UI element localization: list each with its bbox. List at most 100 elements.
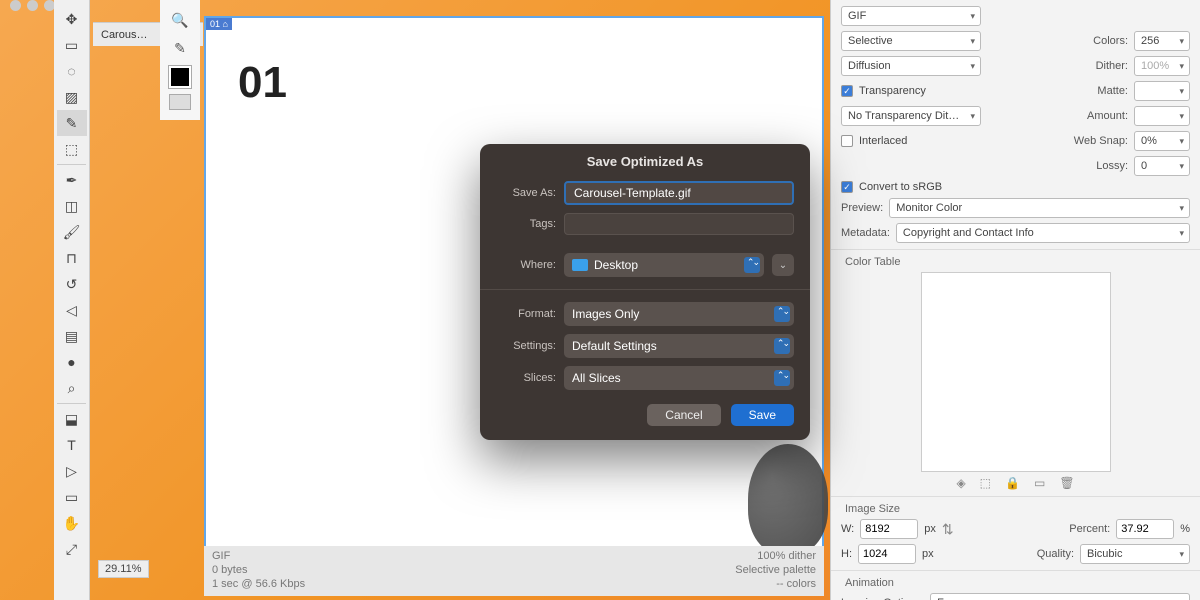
ct-new-icon[interactable]: ▭: [1034, 476, 1045, 490]
ct-lock-icon[interactable]: 🔒: [1005, 476, 1020, 490]
save-button[interactable]: Save: [731, 404, 794, 426]
status-bar: GIF 0 bytes 1 sec @ 56.6 Kbps 100% dithe…: [204, 546, 824, 596]
zoom-icon[interactable]: 🔍: [168, 8, 192, 32]
save-dialog: Save Optimized As Save As: Tags: Where: …: [480, 144, 810, 440]
zoom-readout[interactable]: 29.11%: [98, 560, 149, 578]
tool-path[interactable]: ▷: [57, 458, 87, 484]
tool-eyedropper[interactable]: ✒: [57, 167, 87, 193]
expand-button[interactable]: ⌄: [772, 254, 794, 276]
tool-crop[interactable]: ▨: [57, 84, 87, 110]
srgb-label: Convert to sRGB: [859, 181, 942, 193]
format-select[interactable]: Images Only: [564, 302, 794, 326]
tool-pen[interactable]: ⬓: [57, 406, 87, 432]
filename-input[interactable]: [564, 181, 794, 205]
looping-select[interactable]: Forever: [930, 593, 1190, 600]
matte-label: Matte:: [1097, 85, 1128, 97]
ct-icon-2[interactable]: ⬚: [980, 476, 991, 490]
preview-select[interactable]: Monitor Color: [889, 198, 1190, 218]
settings-label: Settings:: [496, 340, 556, 352]
cancel-button[interactable]: Cancel: [647, 404, 720, 426]
animation-label: Animation: [845, 577, 1190, 589]
image-size-label: Image Size: [845, 503, 1190, 515]
pct-label: %: [1180, 523, 1190, 535]
tool-type[interactable]: T: [57, 432, 87, 458]
status-size: 0 bytes: [212, 564, 305, 576]
width-input[interactable]: [860, 519, 918, 539]
dither-label: Dither:: [1096, 60, 1128, 72]
matte-select[interactable]: [1134, 81, 1190, 101]
transparency-label: Transparency: [859, 85, 926, 97]
interlaced-checkbox[interactable]: [841, 135, 853, 147]
tool-blur[interactable]: ●: [57, 349, 87, 375]
tool-eraser[interactable]: ◁: [57, 297, 87, 323]
tool-paint[interactable]: 🖌: [57, 219, 87, 245]
percent-input[interactable]: [1116, 519, 1174, 539]
preview-label: Preview:: [841, 202, 883, 214]
height-input[interactable]: [858, 544, 916, 564]
where-select[interactable]: Desktop: [564, 253, 764, 277]
tool-stamp[interactable]: ⊓: [57, 245, 87, 271]
status-palette: Selective palette: [735, 564, 816, 576]
tool-zoom[interactable]: ⤢: [57, 536, 87, 562]
tags-label: Tags:: [496, 218, 556, 230]
tool-hand[interactable]: ✋: [57, 510, 87, 536]
eyedropper-icon[interactable]: ✎: [168, 36, 192, 60]
percent-label: Percent:: [1069, 523, 1110, 535]
tool-brush[interactable]: ✎: [57, 110, 87, 136]
metadata-label: Metadata:: [841, 227, 890, 239]
colors-select[interactable]: 256: [1134, 31, 1190, 51]
interlaced-label: Interlaced: [859, 135, 907, 147]
websnap-label: Web Snap:: [1074, 135, 1128, 147]
w-label: W:: [841, 523, 854, 535]
tool-shape[interactable]: ▭: [57, 484, 87, 510]
ct-trash-icon[interactable]: 🗑: [1059, 476, 1074, 490]
foreground-swatch[interactable]: [169, 66, 191, 88]
metadata-select[interactable]: Copyright and Contact Info: [896, 223, 1190, 243]
tool-gradient[interactable]: ▤: [57, 323, 87, 349]
reduction-select[interactable]: Selective: [841, 31, 981, 51]
save-as-label: Save As:: [496, 187, 556, 199]
quality-label: Quality:: [1037, 548, 1074, 560]
transp-dither-select[interactable]: No Transparency Dit…: [841, 106, 981, 126]
folder-icon: [572, 259, 588, 271]
amount-select[interactable]: [1134, 106, 1190, 126]
background-swatch[interactable]: [169, 94, 191, 110]
colors-label: Colors:: [1093, 35, 1128, 47]
optimize-panel: GIF Selective Colors: 256 Diffusion Dith…: [830, 0, 1200, 600]
dither-method-select[interactable]: Diffusion: [841, 56, 981, 76]
settings-select[interactable]: Default Settings: [564, 334, 794, 358]
dither-value[interactable]: 100%: [1134, 56, 1190, 76]
canvas-number: 01: [238, 58, 287, 108]
preset-select[interactable]: GIF: [841, 6, 981, 26]
tool-history[interactable]: ↺: [57, 271, 87, 297]
color-table-actions: ◈ ⬚ 🔒 ▭ 🗑: [841, 476, 1190, 490]
tool-move[interactable]: ✥: [57, 6, 87, 32]
tags-input[interactable]: [564, 213, 794, 235]
ct-icon-1[interactable]: ◈: [956, 476, 965, 490]
document-tab-name: Carous…: [101, 29, 147, 41]
status-dither: 100% dither: [735, 550, 816, 562]
tool-lasso[interactable]: ◌: [57, 58, 87, 84]
lossy-select[interactable]: 0: [1134, 156, 1190, 176]
tool-slice[interactable]: ⬚: [57, 136, 87, 162]
slices-label: Slices:: [496, 372, 556, 384]
quality-select[interactable]: Bicubic: [1080, 544, 1190, 564]
canvas-artwork: [748, 444, 828, 554]
dialog-title: Save Optimized As: [480, 144, 810, 177]
amount-label: Amount:: [1087, 110, 1128, 122]
link-icon[interactable]: ⇅: [942, 521, 954, 538]
transparency-checkbox[interactable]: ✓: [841, 85, 853, 97]
where-label: Where:: [496, 259, 556, 271]
tool-marquee[interactable]: ▭: [57, 32, 87, 58]
px-label: px: [924, 523, 936, 535]
slices-select[interactable]: All Slices: [564, 366, 794, 390]
slice-badge: 01 ⌂: [206, 18, 232, 30]
status-timing: 1 sec @ 56.6 Kbps: [212, 578, 305, 590]
tool-patch[interactable]: ◫: [57, 193, 87, 219]
srgb-checkbox[interactable]: ✓: [841, 181, 853, 193]
status-colors: -- colors: [735, 578, 816, 590]
color-table-label: Color Table: [845, 256, 1190, 268]
color-table[interactable]: [921, 272, 1111, 472]
websnap-select[interactable]: 0%: [1134, 131, 1190, 151]
tool-dodge[interactable]: ⌕: [57, 375, 87, 401]
